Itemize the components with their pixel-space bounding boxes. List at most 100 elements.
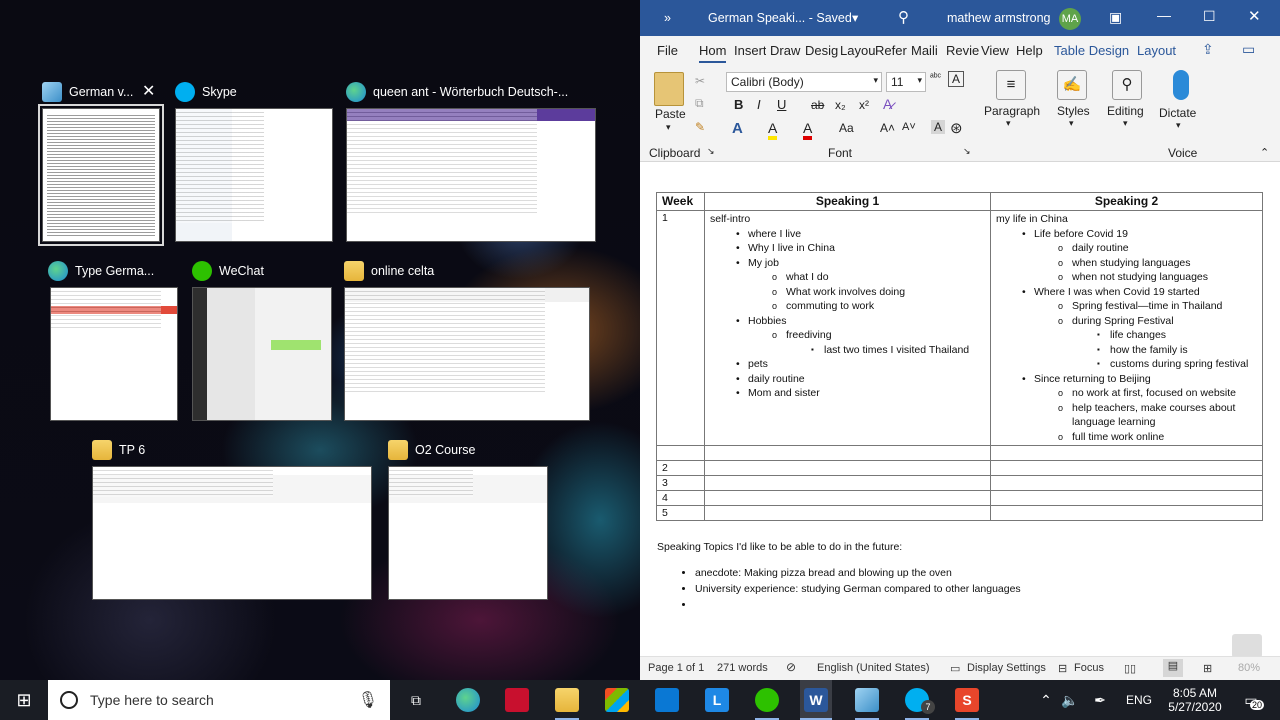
outline-item[interactable]: Why I live in China bbox=[710, 241, 985, 256]
taskbar-lingq[interactable]: L bbox=[701, 680, 733, 720]
table-cell[interactable] bbox=[990, 505, 1263, 521]
outline-item[interactable]: my life in China bbox=[996, 212, 1257, 227]
text-highlight-effects-icon[interactable]: A̷ bbox=[883, 96, 892, 112]
task-view-button[interactable]: ⧉ bbox=[400, 680, 432, 720]
table-cell[interactable] bbox=[656, 445, 705, 461]
volume-icon[interactable]: 🔈 bbox=[1060, 680, 1080, 720]
cut-icon[interactable]: ✂ bbox=[695, 74, 705, 88]
outline-item[interactable]: life changes bbox=[996, 328, 1257, 343]
bold-button[interactable]: B bbox=[734, 97, 743, 112]
focus-icon[interactable]: ⊟ bbox=[1058, 662, 1067, 675]
phonetic-guide-icon[interactable]: ⊛ bbox=[950, 119, 963, 137]
shrink-font-button[interactable]: A˅ bbox=[902, 121, 916, 133]
table-cell[interactable] bbox=[704, 490, 991, 506]
web-layout-icon[interactable]: ⊞ bbox=[1203, 662, 1212, 675]
clock[interactable]: 8:05 AM 5/27/2020 bbox=[1160, 680, 1230, 720]
taskbar-wechat[interactable] bbox=[751, 680, 783, 720]
action-center-button[interactable]: ▭ 20 bbox=[1236, 680, 1266, 720]
read-mode-icon[interactable]: ▯▯ bbox=[1124, 662, 1136, 675]
tab-table-design[interactable]: Table Design bbox=[1054, 43, 1129, 58]
tab-mailings[interactable]: Maili bbox=[911, 43, 938, 58]
table-cell-week[interactable]: 4 bbox=[656, 490, 705, 506]
list-item[interactable]: University experience: studying German c… bbox=[695, 581, 1021, 597]
font-name-box[interactable]: Calibri (Body) ▾ bbox=[726, 72, 882, 92]
styles-button[interactable]: Styles bbox=[1057, 104, 1090, 118]
change-case-button[interactable]: Aa bbox=[839, 121, 854, 135]
list-item[interactable]: anecdote: Making pizza bread and blowing… bbox=[695, 565, 1021, 581]
highlight-color-button[interactable]: A bbox=[768, 120, 778, 140]
dictate-button[interactable]: Dictate bbox=[1159, 106, 1196, 120]
italic-button[interactable]: I bbox=[757, 97, 761, 112]
search-icon[interactable]: ⚲ bbox=[898, 8, 909, 26]
outline-item[interactable]: commuting to work bbox=[710, 299, 985, 314]
outline-item[interactable]: Since returning to Beijing bbox=[996, 372, 1257, 387]
underline-button[interactable]: U bbox=[777, 97, 786, 112]
tab-file[interactable]: File bbox=[657, 43, 678, 58]
outline-item[interactable]: when studying languages bbox=[996, 256, 1257, 271]
text-effects-box-icon[interactable]: A bbox=[948, 71, 965, 87]
proofing-icon[interactable]: ⊘ bbox=[786, 660, 796, 674]
microphone-icon[interactable]: 🎙 bbox=[358, 690, 378, 710]
word-count[interactable]: 271 words bbox=[717, 662, 768, 674]
pen-icon[interactable]: ✒ bbox=[1090, 680, 1110, 720]
dialog-launcher-icon[interactable]: ↘ bbox=[707, 146, 715, 157]
outline-item[interactable]: Spring festival—time in Thailand bbox=[996, 299, 1257, 314]
outline-item[interactable]: Where I was when Covid 19 started bbox=[996, 285, 1257, 300]
tab-review[interactable]: Revie bbox=[946, 43, 979, 58]
ribbon-display-icon[interactable]: ▣ bbox=[1109, 9, 1122, 26]
table-cell[interactable] bbox=[704, 445, 991, 461]
taskbar-skype[interactable]: 7 bbox=[901, 680, 935, 720]
table-cell[interactable] bbox=[990, 490, 1263, 506]
task-view-tile-edge-type[interactable]: Type Germa... bbox=[48, 259, 180, 424]
search-icon[interactable]: ⚲ bbox=[1112, 70, 1142, 100]
tab-layout[interactable]: Layou bbox=[840, 43, 875, 58]
taskbar-notepad[interactable] bbox=[851, 680, 883, 720]
copy-icon[interactable]: ⧉ bbox=[695, 96, 704, 111]
taskbar-store[interactable] bbox=[601, 680, 633, 720]
outline-item[interactable]: what I do bbox=[710, 270, 985, 285]
task-view-tile-wechat[interactable]: WeChat bbox=[192, 259, 334, 424]
taskbar-edge[interactable] bbox=[452, 680, 484, 720]
outline-item[interactable]: What work involves doing bbox=[710, 285, 985, 300]
outline-item[interactable]: during Spring Festival bbox=[996, 314, 1257, 329]
microphone-icon[interactable] bbox=[1173, 70, 1189, 100]
minimize-button[interactable]: — bbox=[1157, 7, 1171, 23]
outline-item[interactable]: last two times I visited Thailand bbox=[710, 343, 985, 358]
language[interactable]: English (United States) bbox=[817, 662, 930, 674]
table-cell[interactable] bbox=[704, 460, 991, 476]
table-cell-speaking-2[interactable]: my life in ChinaLife before Covid 19dail… bbox=[990, 210, 1263, 446]
strikethrough-button[interactable]: ab bbox=[811, 98, 824, 112]
clear-formatting-icon[interactable]: ᵃᵇᶜ bbox=[930, 72, 941, 83]
tab-references[interactable]: Refer bbox=[875, 43, 907, 58]
table-cell-week[interactable]: 3 bbox=[656, 475, 705, 491]
table-cell-week[interactable]: 2 bbox=[656, 460, 705, 476]
display-settings-button[interactable]: Display Settings bbox=[967, 662, 1046, 674]
paste-button[interactable]: Paste bbox=[655, 107, 686, 121]
chevron-down-icon[interactable]: ▾ bbox=[1069, 118, 1074, 129]
tab-draw[interactable]: Draw bbox=[770, 43, 800, 58]
font-color-button[interactable]: A bbox=[803, 120, 813, 140]
outline-item[interactable]: Mom and sister bbox=[710, 386, 985, 401]
zoom-level[interactable]: 80% bbox=[1238, 662, 1260, 674]
display-settings-icon[interactable]: ▭ bbox=[950, 662, 960, 675]
editing-button[interactable]: Editing bbox=[1107, 104, 1144, 118]
outline-item[interactable]: Hobbies bbox=[710, 314, 985, 329]
page-count[interactable]: Page 1 of 1 bbox=[648, 662, 704, 674]
chevron-down-icon[interactable]: ▾ bbox=[1006, 118, 1011, 129]
maximize-button[interactable]: ☐ bbox=[1203, 8, 1216, 25]
task-view-tile-explorer-tp6[interactable]: TP 6 bbox=[92, 438, 374, 603]
chevron-down-icon[interactable]: ▾ bbox=[666, 122, 671, 133]
comments-icon[interactable]: ▭ bbox=[1242, 41, 1255, 58]
outline-item[interactable]: where I live bbox=[710, 227, 985, 242]
resize-handle[interactable] bbox=[1232, 634, 1262, 658]
table-header[interactable]: Speaking 2 bbox=[990, 192, 1263, 211]
tab-home[interactable]: Hom bbox=[699, 43, 727, 63]
task-view-tile-edge-dictionary[interactable]: queen ant - Wörterbuch Deutsch-... bbox=[346, 80, 606, 245]
table-cell-week[interactable]: 1 bbox=[656, 210, 705, 446]
outline-item[interactable]: customs during spring festival bbox=[996, 357, 1257, 372]
grow-font-button[interactable]: A˄ bbox=[880, 121, 895, 135]
tab-table-layout[interactable]: Layout bbox=[1137, 43, 1176, 58]
tab-view[interactable]: View bbox=[981, 43, 1009, 58]
close-icon[interactable]: ✕ bbox=[142, 84, 155, 100]
print-layout-icon[interactable]: ▤ bbox=[1163, 659, 1183, 677]
